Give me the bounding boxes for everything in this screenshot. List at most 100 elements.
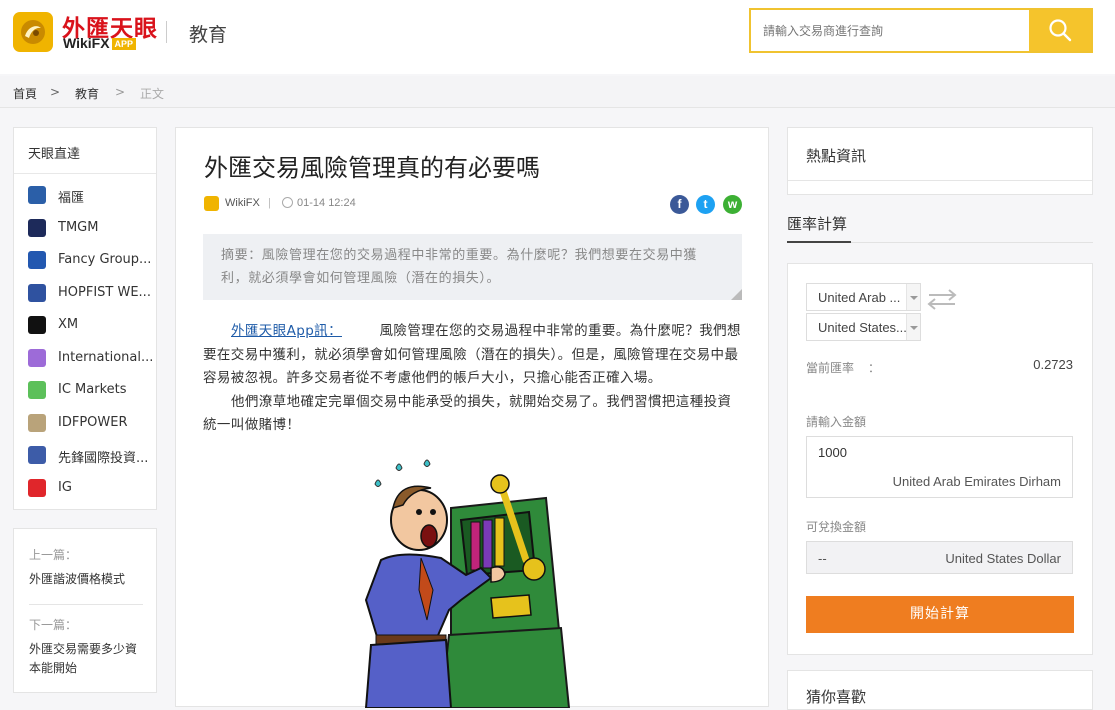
article-author[interactable]: WikiFX <box>225 197 260 209</box>
ig-logo-icon <box>28 478 46 497</box>
broker-item[interactable]: HOPFIST WE... <box>28 283 154 303</box>
search-icon <box>1049 19 1072 42</box>
prev-article-link[interactable]: 外匯諧波價格模式 <box>29 570 144 589</box>
broker-name: HOPFIST WE... <box>58 284 151 300</box>
search-input[interactable] <box>751 10 1029 51</box>
broker-item[interactable]: TMGM <box>28 218 154 238</box>
amount-value: 1000 <box>818 445 847 460</box>
source-link[interactable]: 外匯天眼App訊： <box>231 323 342 339</box>
from-currency-select[interactable]: United Arab ... <box>806 283 921 311</box>
breadcrumb-home-link[interactable]: 首頁 <box>13 85 37 102</box>
broker-name: TMGM <box>58 219 99 235</box>
top-header: 外匯天眼 WikiFX APP 教育 <box>0 0 1115 74</box>
xm-logo-icon <box>28 316 46 334</box>
logo-brand: WikiFX <box>63 35 110 51</box>
wikifx-logo-icon[interactable] <box>13 12 53 52</box>
meta-separator: | <box>268 197 271 209</box>
breadcrumb-education-link[interactable]: 教育 <box>75 85 99 102</box>
twitter-share-icon[interactable]: t <box>696 195 715 214</box>
broker-shortcut-panel: 天眼直達 福匯 TMGM Fancy Group... HOPFIST WE... XM… <box>13 127 157 510</box>
broker-name: 福匯 <box>58 191 85 205</box>
broker-item[interactable]: IC Markets <box>28 380 154 400</box>
breadcrumb-separator: > <box>115 85 126 99</box>
converted-currency: United States Dollar <box>945 551 1061 566</box>
pioneer-logo-icon <box>28 446 46 464</box>
hot-news-panel: 熱點資訊 <box>787 127 1093 195</box>
chevron-down-icon <box>906 314 920 340</box>
broker-name: IG <box>58 479 72 495</box>
broker-name: Fancy Group... <box>58 252 152 267</box>
broker-panel-title: 天眼直達 <box>28 147 81 162</box>
divider <box>788 180 1092 181</box>
fancy-group-logo-icon <box>28 251 46 269</box>
recommendation-title: 猜你喜歡 <box>806 688 867 706</box>
search-button[interactable] <box>1029 10 1091 51</box>
header-divider <box>166 21 167 43</box>
divider <box>14 173 156 174</box>
broker-item[interactable]: IDFPOWER <box>28 413 154 433</box>
author-logo-icon <box>204 196 219 211</box>
converted-output: -- United States Dollar <box>806 541 1073 574</box>
recommendation-panel: 猜你喜歡 <box>787 670 1093 710</box>
international-logo-icon <box>28 348 46 367</box>
amount-input[interactable]: 1000 United Arab Emirates Dirham <box>806 436 1073 498</box>
logo-app-badge: APP <box>111 38 137 50</box>
summary-text: 摘要：風險管理在您的交易過程中非常的重要。為什麼呢？我們想要在交易中獲利，就必須… <box>221 248 698 286</box>
header-section-title[interactable]: 教育 <box>189 20 227 47</box>
broker-item[interactable]: XM <box>28 315 154 335</box>
logo-english-text[interactable]: WikiFX APP <box>63 35 137 51</box>
prev-next-panel: 上一篇： 外匯諧波價格模式 下一篇： 外匯交易需要多少資本能開始 <box>13 528 157 693</box>
to-currency-select[interactable]: United States... <box>806 313 921 341</box>
broker-item[interactable]: IG <box>28 478 154 498</box>
broker-name: International... <box>58 349 154 365</box>
broker-item[interactable]: 福匯 <box>28 185 154 205</box>
ic-markets-logo-icon <box>28 381 46 399</box>
amount-currency: United Arab Emirates Dirham <box>892 474 1061 489</box>
chevron-down-icon <box>906 284 920 310</box>
article-title: 外匯交易風險管理真的有必要嗎 <box>204 154 540 182</box>
currency-calculator: United Arab ... United States... 當前匯率 ： … <box>787 263 1093 655</box>
next-label: 下一篇： <box>29 618 78 632</box>
next-article-link[interactable]: 外匯交易需要多少資本能開始 <box>29 640 144 678</box>
hot-news-title: 熱點資訊 <box>806 147 867 165</box>
breadcrumb-current: 正文 <box>140 87 165 101</box>
article-time: 01-14 12:24 <box>297 197 356 209</box>
from-currency-value: United Arab ... <box>818 290 901 305</box>
converted-value: -- <box>818 551 827 566</box>
broker-item[interactable]: International... <box>28 348 154 368</box>
facebook-share-icon[interactable]: f <box>670 195 689 214</box>
article-panel: 外匯交易風險管理真的有必要嗎 WikiFX | 01-14 12:24 f t … <box>175 127 769 708</box>
gambler-slot-machine-illustration <box>364 459 571 708</box>
converted-label: 可兌換金額 <box>806 520 867 534</box>
prev-label: 上一篇： <box>29 548 78 562</box>
to-currency-value: United States... <box>818 320 907 335</box>
clock-icon <box>282 197 293 208</box>
broker-name: IC Markets <box>58 382 127 397</box>
article-body: 外匯天眼App訊： 風險管理在您的交易過程中非常的重要。為什麼呢？我們想要在交易… <box>203 320 743 438</box>
amount-label: 請輸入金額 <box>806 415 867 429</box>
swap-arrows-icon[interactable] <box>927 288 957 310</box>
hopfist-logo-icon <box>28 283 46 302</box>
breadcrumb: 首頁 > 教育 > 正文 <box>0 76 1115 108</box>
current-rate-value: 0.2723 <box>1033 357 1073 372</box>
start-calculation-button[interactable]: 開始計算 <box>806 596 1074 633</box>
tab-rate-calculator[interactable]: 匯率計算 <box>787 213 847 234</box>
breadcrumb-separator: > <box>50 85 61 99</box>
broker-name: IDFPOWER <box>58 414 128 430</box>
wechat-share-icon[interactable]: w <box>723 195 742 214</box>
current-rate-label: 當前匯率 <box>806 361 855 375</box>
idfpower-logo-icon <box>28 413 46 432</box>
summary-corner-mark <box>731 289 742 300</box>
broker-name: XM <box>58 317 79 332</box>
article-summary: 摘要：風險管理在您的交易過程中非常的重要。為什麼呢？我們想要在交易中獲利，就必須… <box>203 234 742 300</box>
broker-item[interactable]: Fancy Group... <box>28 250 154 270</box>
broker-item[interactable]: 先鋒國際投資... <box>28 445 154 465</box>
divider <box>29 604 143 605</box>
broker-name: 先鋒國際投資... <box>58 451 149 465</box>
fxcm-logo-icon <box>28 186 46 204</box>
tmgm-logo-icon <box>28 218 46 237</box>
rate-colon: ： <box>868 361 881 375</box>
tab-active-underline <box>787 241 851 243</box>
search-bar <box>749 8 1093 53</box>
article-paragraph: 他們潦草地確定完單個交易中能承受的損失，就開始交易了。我們習慣把這種投資統一叫做… <box>203 393 732 434</box>
